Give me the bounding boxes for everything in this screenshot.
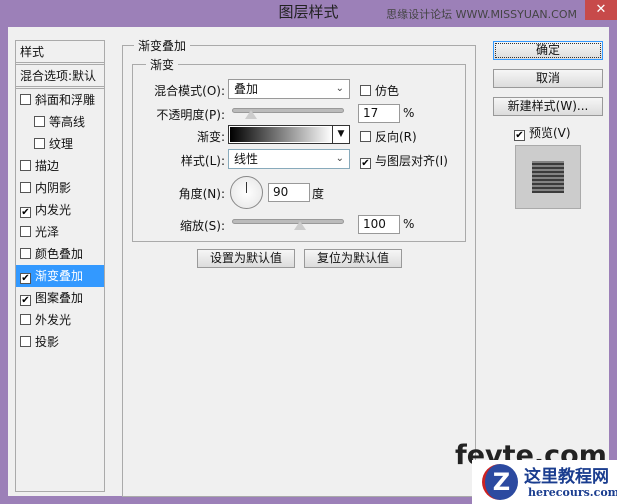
checkmark-icon[interactable]: ✔ xyxy=(20,207,31,218)
sidebar-item[interactable]: 斜面和浮雕 xyxy=(16,89,104,111)
sidebar-item[interactable]: 纹理 xyxy=(16,133,104,155)
preview-thumbnail xyxy=(532,161,564,193)
site-name: 这里教程网 xyxy=(524,467,609,487)
sidebar-item-label: 等高线 xyxy=(49,115,86,129)
preview-checkbox[interactable]: ✔ 预览(V) xyxy=(514,124,571,141)
checkbox-icon[interactable] xyxy=(20,248,31,259)
reverse-checkbox[interactable]: 反向(R) xyxy=(360,128,417,145)
cancel-button[interactable]: 取消 xyxy=(493,69,603,88)
opacity-slider-handle[interactable] xyxy=(245,110,257,119)
angle-label: 角度(N): xyxy=(178,187,225,201)
align-label: 与图层对齐(I) xyxy=(375,154,448,168)
checkmark-icon: ✔ xyxy=(360,158,371,169)
scale-slider[interactable] xyxy=(232,219,344,224)
checkbox-icon[interactable] xyxy=(34,138,45,149)
sidebar-item-label: 渐变叠加 xyxy=(35,269,84,283)
sidebar-item[interactable]: 等高线 xyxy=(16,111,104,133)
sidebar-item[interactable]: 内阴影 xyxy=(16,177,104,199)
style-label: 样式(L): xyxy=(180,154,225,168)
reset-default-button[interactable]: 复位为默认值 xyxy=(304,249,402,268)
dropdown-arrow-icon[interactable]: ▼ xyxy=(332,126,349,143)
watermark: 思缘设计论坛 WWW.MISSYUAN.COM xyxy=(386,8,577,21)
angle-needle xyxy=(246,182,247,193)
sidebar-item[interactable]: 描边 xyxy=(16,155,104,177)
checkmark-icon: ✔ xyxy=(514,130,525,141)
percent-label: % xyxy=(403,106,415,120)
styles-header[interactable]: 样式 xyxy=(16,41,104,65)
gradient-picker[interactable]: ▼ xyxy=(228,125,350,144)
sidebar-item-label: 颜色叠加 xyxy=(35,247,84,261)
sidebar-item-label: 内阴影 xyxy=(35,181,72,195)
sidebar-item-label: 纹理 xyxy=(49,137,74,151)
sidebar-item-label: 光泽 xyxy=(35,225,60,239)
panel-title: 渐变叠加 xyxy=(134,37,191,54)
styles-list: 样式 混合选项:默认 斜面和浮雕等高线纹理描边内阴影 ✔ 内发光光泽颜色叠加 ✔ 渐变叠… xyxy=(15,40,105,492)
checkbox-icon[interactable] xyxy=(20,226,31,237)
preview-label: 预览(V) xyxy=(529,126,571,140)
opacity-label: 不透明度(P): xyxy=(156,108,225,122)
checkbox-icon[interactable] xyxy=(34,116,45,127)
checkbox-icon[interactable] xyxy=(20,314,31,325)
sidebar-item-label: 斜面和浮雕 xyxy=(35,93,96,107)
dither-label: 仿色 xyxy=(375,84,400,98)
sidebar-item-label: 投影 xyxy=(35,335,60,349)
checkbox-icon[interactable] xyxy=(20,182,31,193)
sidebar-item[interactable]: 颜色叠加 xyxy=(16,243,104,265)
subgroup-title: 渐变 xyxy=(146,56,179,73)
set-default-button[interactable]: 设置为默认值 xyxy=(197,249,295,268)
checkbox-icon[interactable] xyxy=(20,336,31,347)
reverse-label: 反向(R) xyxy=(375,130,417,144)
site-url: herecours.com xyxy=(528,486,617,499)
sidebar-item[interactable]: ✔ 渐变叠加 xyxy=(16,265,104,287)
close-button[interactable]: ✕ xyxy=(585,0,617,20)
sidebar-item-label: 内发光 xyxy=(35,203,72,217)
gradient-label: 渐变: xyxy=(196,130,225,144)
blend-mode-value: 叠加 xyxy=(234,82,259,96)
blend-mode-label: 混合模式(O): xyxy=(154,84,225,98)
sidebar-item-label: 外发光 xyxy=(35,313,72,327)
checkmark-icon[interactable]: ✔ xyxy=(20,295,31,306)
sidebar-item-label: 图案叠加 xyxy=(35,291,84,305)
checkbox-icon xyxy=(360,131,371,142)
style-value: 线性 xyxy=(234,152,259,166)
checkmark-icon[interactable]: ✔ xyxy=(20,273,31,284)
checkbox-icon xyxy=(360,85,371,96)
opacity-input[interactable]: 17 xyxy=(358,104,400,123)
percent-label: % xyxy=(403,217,415,231)
scale-input[interactable]: 100 xyxy=(358,215,400,234)
sidebar-item[interactable]: ✔ 图案叠加 xyxy=(16,287,104,309)
sidebar-item[interactable]: 外发光 xyxy=(16,309,104,331)
blend-mode-select[interactable]: 叠加 ⌄ xyxy=(228,79,350,99)
sidebar-item-label: 描边 xyxy=(35,159,60,173)
gradient-preview[interactable] xyxy=(230,127,332,142)
angle-dial[interactable] xyxy=(230,176,263,209)
align-checkbox[interactable]: ✔ 与图层对齐(I) xyxy=(360,152,448,169)
z-logo-icon: Z xyxy=(482,464,518,500)
chevron-down-icon: ⌄ xyxy=(335,83,344,94)
degree-label: 度 xyxy=(312,187,325,201)
style-preview xyxy=(515,145,581,209)
checkbox-icon[interactable] xyxy=(20,160,31,171)
herecours-logo: Z 这里教程网 herecours.com xyxy=(472,460,617,504)
checkbox-icon[interactable] xyxy=(20,94,31,105)
ok-button[interactable]: 确定 xyxy=(493,41,603,60)
angle-input[interactable]: 90 xyxy=(268,183,310,202)
sidebar-item[interactable]: 光泽 xyxy=(16,221,104,243)
chevron-down-icon: ⌄ xyxy=(335,153,344,164)
scale-slider-handle[interactable] xyxy=(294,221,306,230)
dither-checkbox[interactable]: 仿色 xyxy=(360,82,399,99)
style-select[interactable]: 线性 ⌄ xyxy=(228,149,350,169)
new-style-button[interactable]: 新建样式(W)... xyxy=(493,97,603,116)
sidebar-item[interactable]: 投影 xyxy=(16,331,104,353)
blend-options-item[interactable]: 混合选项:默认 xyxy=(16,65,104,89)
scale-label: 缩放(S): xyxy=(179,219,225,233)
sidebar-item[interactable]: ✔ 内发光 xyxy=(16,199,104,221)
